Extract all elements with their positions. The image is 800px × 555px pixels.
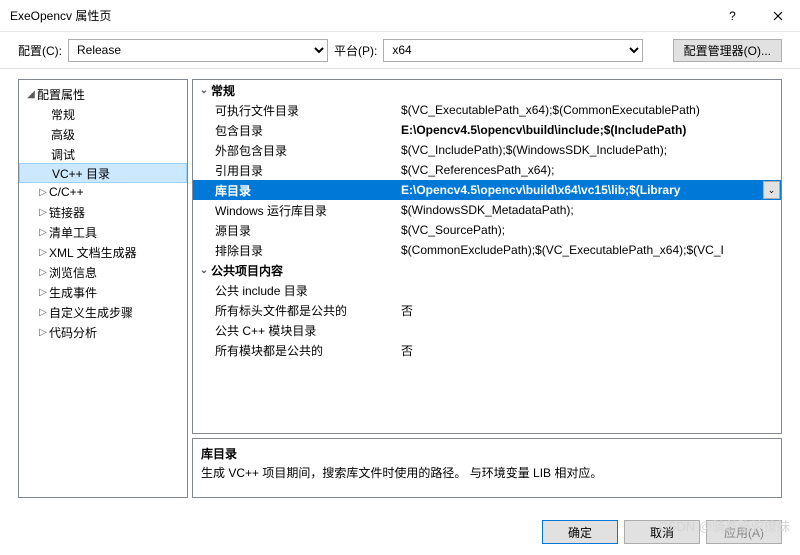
platform-select[interactable]: x64 [383, 39, 643, 62]
grid-row[interactable]: 排除目录$(CommonExcludePath);$(VC_Executable… [193, 240, 781, 260]
chevron-right-icon: ▷ [37, 207, 49, 218]
tree-item-xmldoc[interactable]: ▷XML 文档生成器 [19, 242, 187, 262]
help-button[interactable]: ? [710, 0, 755, 32]
ok-button[interactable]: 确定 [542, 520, 618, 544]
chevron-right-icon: ▷ [37, 227, 49, 238]
grid-row[interactable]: 所有模块都是公共的否 [193, 340, 781, 360]
chevron-right-icon: ▷ [37, 327, 49, 338]
apply-button[interactable]: 应用(A) [706, 520, 782, 544]
tree-item-advanced[interactable]: 高级 [19, 124, 187, 144]
chevron-down-icon: ⌄ [197, 85, 211, 96]
chevron-right-icon: ▷ [37, 267, 49, 278]
grid-row[interactable]: 引用目录$(VC_ReferencesPath_x64); [193, 160, 781, 180]
grid-row[interactable]: 包含目录E:\Opencv4.5\opencv\build\include;$(… [193, 120, 781, 140]
grid-row-selected[interactable]: 库目录 E:\Opencv4.5\opencv\build\x64\vc15\l… [193, 180, 781, 200]
dropdown-button[interactable]: ⌄ [763, 181, 780, 199]
config-manager-button[interactable]: 配置管理器(O)... [673, 39, 782, 62]
chevron-right-icon: ▷ [37, 247, 49, 258]
tree-item-vcdirs[interactable]: VC++ 目录 [19, 163, 187, 183]
grid-row[interactable]: 公共 C++ 模块目录 [193, 320, 781, 340]
chevron-right-icon: ▷ [37, 307, 49, 318]
tree-item-ccpp[interactable]: ▷C/C++ [19, 182, 187, 202]
chevron-down-icon: ⌄ [197, 265, 211, 276]
cancel-button[interactable]: 取消 [624, 520, 700, 544]
dialog-footer: 确定 取消 应用(A) [0, 509, 800, 555]
description-title: 库目录 [201, 445, 773, 462]
group-public[interactable]: ⌄公共项目内容 [193, 260, 781, 280]
tree-item-custombuild[interactable]: ▷自定义生成步骤 [19, 302, 187, 322]
chevron-down-icon: ◢ [25, 89, 37, 100]
right-panel: ⌄常规 可执行文件目录$(VC_ExecutablePath_x64);$(Co… [192, 79, 782, 498]
grid-row[interactable]: 源目录$(VC_SourcePath); [193, 220, 781, 240]
property-tree[interactable]: ◢ 配置属性 常规 高级 调试 VC++ 目录 ▷C/C++ ▷链接器 ▷清单工… [18, 79, 188, 498]
description-text: 生成 VC++ 项目期间，搜索库文件时使用的路径。 与环境变量 LIB 相对应。 [201, 464, 773, 481]
tree-item-debug[interactable]: 调试 [19, 144, 187, 164]
description-panel: 库目录 生成 VC++ 项目期间，搜索库文件时使用的路径。 与环境变量 LIB … [192, 438, 782, 498]
grid-row[interactable]: Windows 运行库目录$(WindowsSDK_MetadataPath); [193, 200, 781, 220]
property-grid[interactable]: ⌄常规 可执行文件目录$(VC_ExecutablePath_x64);$(Co… [192, 79, 782, 434]
chevron-right-icon: ▷ [37, 287, 49, 298]
grid-row[interactable]: 外部包含目录$(VC_IncludePath);$(WindowsSDK_Inc… [193, 140, 781, 160]
tree-item-codeanalysis[interactable]: ▷代码分析 [19, 322, 187, 342]
config-label: 配置(C): [18, 42, 62, 59]
chevron-down-icon: ⌄ [768, 185, 776, 196]
title-bar: ExeOpencv 属性页 ? [0, 0, 800, 32]
main-content: ◢ 配置属性 常规 高级 调试 VC++ 目录 ▷C/C++ ▷链接器 ▷清单工… [0, 68, 800, 498]
close-icon [773, 11, 783, 21]
tree-item-browse[interactable]: ▷浏览信息 [19, 262, 187, 282]
tree-item-buildevents[interactable]: ▷生成事件 [19, 282, 187, 302]
grid-row[interactable]: 所有标头文件都是公共的否 [193, 300, 781, 320]
grid-row[interactable]: 可执行文件目录$(VC_ExecutablePath_x64);$(Common… [193, 100, 781, 120]
tree-item-general[interactable]: 常规 [19, 104, 187, 124]
tree-item-linker[interactable]: ▷链接器 [19, 202, 187, 222]
close-button[interactable] [755, 0, 800, 32]
chevron-right-icon: ▷ [37, 187, 49, 198]
group-general[interactable]: ⌄常规 [193, 80, 781, 100]
tree-item-manifest[interactable]: ▷清单工具 [19, 222, 187, 242]
platform-label: 平台(P): [334, 42, 377, 59]
config-select[interactable]: Release [68, 39, 328, 62]
window-title: ExeOpencv 属性页 [10, 7, 710, 24]
tree-root[interactable]: ◢ 配置属性 [19, 84, 187, 104]
config-toolbar: 配置(C): Release 平台(P): x64 配置管理器(O)... [0, 32, 800, 68]
grid-row[interactable]: 公共 include 目录 [193, 280, 781, 300]
